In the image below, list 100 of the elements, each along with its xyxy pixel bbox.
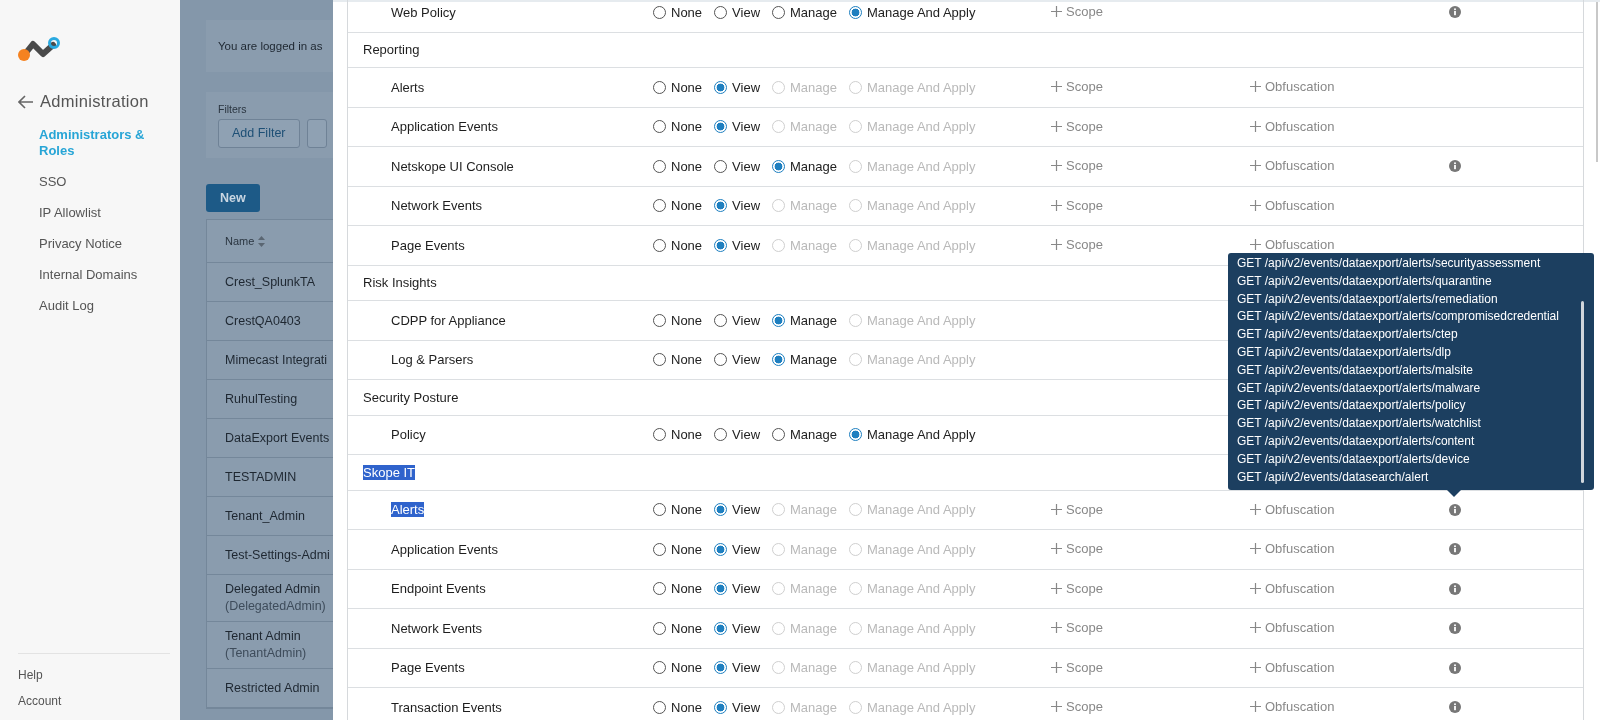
scope-link[interactable]: Scope [1051,659,1103,675]
info-icon[interactable] [1449,582,1461,595]
radio-option[interactable]: None [653,312,703,328]
plus-icon [1051,239,1062,251]
obfuscation-link[interactable]: Obfuscation [1250,699,1335,715]
admin-name: DataExport Events [225,429,331,447]
plus-icon [1051,120,1062,132]
nav-item[interactable]: IP Allowlist [39,205,101,221]
scope-link[interactable]: Scope [1051,79,1103,95]
nav-item[interactable]: Audit Log [39,298,94,314]
endpoint-text: GET /api/v2/events/dataexport/alerts/malsite [1237,361,1474,379]
obfuscation-link[interactable]: Obfuscation [1250,197,1335,213]
obfuscation-link[interactable]: Obfuscation [1250,580,1335,596]
admin-name: Mimecast Integrati [225,351,329,369]
info-icon[interactable] [1449,6,1461,19]
radio-option[interactable]: View [714,4,761,20]
radio-option[interactable]: None [653,620,703,636]
obfuscation-link[interactable]: Obfuscation [1250,158,1335,174]
radio-option[interactable]: None [653,699,703,715]
plus-icon [1250,701,1261,713]
obfuscation-link[interactable]: Obfuscation [1250,541,1335,557]
radio-option[interactable]: View [714,427,761,443]
plus-icon [1051,622,1062,634]
info-icon[interactable] [1449,701,1461,714]
radio-option[interactable]: Manage [772,352,837,368]
info-icon[interactable] [1449,503,1461,516]
radio-option[interactable]: Manage [772,427,837,443]
obfuscation-link[interactable]: Obfuscation [1250,501,1335,517]
plus-icon [1250,622,1261,634]
radio-option[interactable]: Manage [772,4,837,20]
scope-link[interactable]: Scope [1051,541,1103,557]
nav-item[interactable]: Administrators & Roles [39,127,159,159]
info-icon[interactable] [1449,661,1461,674]
radio-option[interactable]: Manage And Apply [849,4,976,20]
radio-option[interactable]: View [714,541,761,557]
radio-option[interactable]: None [653,237,703,253]
radio-option[interactable]: Manage [772,312,837,328]
column-header[interactable]: Name [225,235,255,247]
radio-option[interactable]: None [653,502,703,518]
footer-link[interactable]: Account [18,694,62,708]
scope-link[interactable]: Scope [1051,699,1103,715]
obfuscation-link[interactable]: Obfuscation [1250,620,1335,636]
radio-option[interactable]: View [714,581,761,597]
scope-link[interactable]: Scope [1051,4,1103,20]
radio-option[interactable]: None [653,4,703,20]
scope-link[interactable]: Scope [1051,580,1103,596]
new-button[interactable]: New [206,184,260,212]
plus-icon [1051,661,1062,673]
radio-option[interactable]: View [714,352,761,368]
endpoint-text: GET /api/v2/events/dataexport/alerts/malware [1237,379,1482,397]
radio-option[interactable]: View [714,158,761,174]
endpoint-text: GET /api/v2/events/dataexport/alerts/content [1237,432,1476,450]
scrollbar[interactable] [1596,2,1598,162]
group-label: Skope IT [363,464,416,480]
radio-option[interactable]: View [714,237,761,253]
radio-option[interactable]: Manage And Apply [849,427,976,443]
radio-option[interactable]: View [714,119,761,135]
add-filter-button[interactable]: Add Filter [218,118,300,148]
permission-label: Endpoint Events [391,581,486,597]
footer-link[interactable]: Help [18,668,43,682]
obfuscation-link[interactable]: Obfuscation [1250,659,1335,675]
radio-option[interactable]: View [714,660,761,676]
scope-link[interactable]: Scope [1051,237,1103,253]
info-icon[interactable] [1449,622,1461,635]
obfuscation-link[interactable]: Obfuscation [1250,237,1335,253]
nav-item[interactable]: Internal Domains [39,267,138,283]
scope-link[interactable]: Scope [1051,158,1103,174]
plus-icon [1051,199,1062,211]
obfuscation-link[interactable]: Obfuscation [1250,118,1335,134]
obfuscation-link[interactable]: Obfuscation [1250,79,1335,95]
radio-option[interactable]: None [653,119,703,135]
endpoint-text: GET /api/v2/events/dataexport/alerts/policy [1237,397,1467,415]
radio-option[interactable]: None [653,427,703,443]
radio-option[interactable]: None [653,352,703,368]
info-icon[interactable] [1449,160,1461,173]
scope-link[interactable]: Scope [1051,197,1103,213]
radio-option[interactable]: None [653,198,703,214]
radio-option[interactable]: View [714,502,761,518]
radio-option[interactable]: None [653,660,703,676]
admin-name: Restricted Admin [225,679,321,697]
radio-option[interactable]: View [714,79,761,95]
radio-option[interactable]: View [714,198,761,214]
radio-option[interactable]: None [653,581,703,597]
info-icon[interactable] [1449,543,1461,556]
plus-icon [1051,81,1062,93]
nav-item[interactable]: SSO [39,174,67,190]
radio-option[interactable]: None [653,79,703,95]
radio-option[interactable]: View [714,699,761,715]
scope-link[interactable]: Scope [1051,501,1103,517]
permission-label: Transaction Events [391,699,502,715]
plus-icon [1250,160,1261,172]
scope-link[interactable]: Scope [1051,620,1103,636]
radio-option[interactable]: None [653,158,703,174]
scope-link[interactable]: Scope [1051,118,1103,134]
radio-option[interactable]: Manage [772,158,837,174]
radio-option[interactable]: View [714,620,761,636]
radio-option[interactable]: View [714,312,761,328]
radio-option[interactable]: None [653,541,703,557]
nav-item[interactable]: Privacy Notice [39,236,123,252]
back-arrow-icon[interactable] [18,94,34,109]
